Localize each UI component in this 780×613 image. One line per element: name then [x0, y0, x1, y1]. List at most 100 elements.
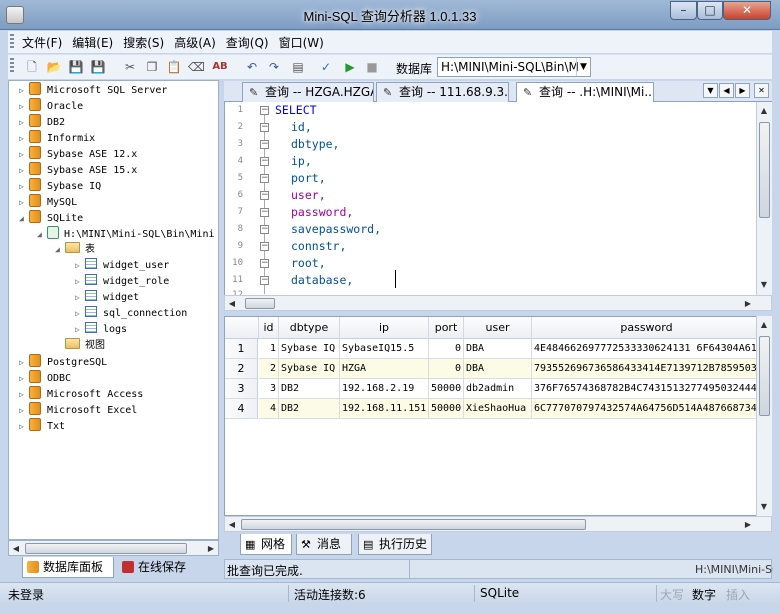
editor-vertical-scrollbar[interactable]: ▲ ▼ — [756, 102, 772, 295]
cut-icon[interactable]: ✂ — [122, 59, 138, 75]
tree-node-oracle[interactable]: ▷ Oracle — [19, 98, 83, 114]
grid-cell[interactable]: 2 — [259, 359, 279, 379]
grid-cell[interactable]: 50000 — [429, 379, 464, 399]
tree-node-views[interactable]: 视图 — [65, 338, 105, 354]
grid-cell[interactable]: XieShaoHua — [464, 399, 532, 419]
column-header[interactable]: id — [259, 317, 279, 339]
fold-collapse-icon[interactable]: − — [260, 157, 269, 166]
minimize-button[interactable]: – — [670, 1, 697, 20]
fold-collapse-icon[interactable]: − — [260, 276, 269, 285]
tab-next-icon[interactable]: ▶ — [735, 83, 750, 98]
scroll-right-icon[interactable]: ▶ — [204, 542, 218, 555]
grid-cell[interactable]: 192.168.11.151 — [340, 399, 429, 419]
menu-query[interactable]: 查询(Q) — [220, 31, 273, 51]
scroll-thumb[interactable] — [759, 336, 770, 416]
open-icon[interactable]: 📂 — [46, 59, 62, 75]
fold-collapse-icon[interactable]: − — [260, 140, 269, 149]
expand-icon[interactable]: ▷ — [75, 258, 85, 274]
column-header[interactable]: port — [429, 317, 464, 339]
expand-icon[interactable]: ▷ — [75, 322, 85, 338]
fold-collapse-icon[interactable]: − — [260, 242, 269, 251]
database-select[interactable]: H:\MINI\Mini-SQL\Bin\M ▼ — [437, 57, 591, 77]
grid-cell[interactable]: 50000 — [429, 399, 464, 419]
collapse-icon[interactable]: ◢ — [37, 227, 47, 243]
tab-list-icon[interactable]: ▼ — [703, 83, 718, 98]
undo-icon[interactable]: ↶ — [244, 59, 260, 75]
execute-icon[interactable]: ▶ — [342, 59, 358, 75]
expand-icon[interactable]: ▷ — [19, 195, 29, 211]
scroll-up-icon[interactable]: ▲ — [757, 104, 771, 117]
toolbar-grip[interactable] — [10, 58, 14, 74]
check-syntax-icon[interactable]: ✓ — [318, 59, 334, 75]
tab-grid[interactable]: ▦ 网格 — [240, 534, 292, 555]
tree-node-sqlite-file[interactable]: ◢ H:\MINI\Mini-SQL\Bin\Mini — [37, 226, 215, 242]
expand-icon[interactable]: ▷ — [75, 306, 85, 322]
fold-collapse-icon[interactable]: − — [260, 174, 269, 183]
menu-file[interactable]: 文件(F) — [16, 31, 66, 51]
tree-node-sybase-iq[interactable]: ▷ Sybase IQ — [19, 178, 101, 194]
grid-cell[interactable]: 793552696736586433414E7139712B7859503 — [532, 359, 762, 379]
expand-icon[interactable]: ▷ — [75, 274, 85, 290]
row-header[interactable]: 1 — [225, 339, 258, 359]
tree-node-table[interactable]: ▷ widget — [75, 290, 139, 306]
tree-node-table[interactable]: ▷ widget_role — [75, 274, 169, 290]
expand-icon[interactable]: ▷ — [19, 387, 29, 403]
close-tab-icon[interactable]: ✕ — [754, 83, 769, 98]
grid-cell[interactable]: 0 — [429, 339, 464, 359]
tree-node-sybase-ase15[interactable]: ▷ Sybase ASE 15.x — [19, 162, 137, 178]
collapse-icon[interactable]: ◢ — [55, 242, 65, 258]
fold-collapse-icon[interactable]: − — [260, 225, 269, 234]
tree-node-table[interactable]: ▷ logs — [75, 322, 127, 338]
scroll-down-icon[interactable]: ▼ — [757, 278, 771, 291]
tab-online-save[interactable]: 在线保存 — [118, 557, 204, 578]
tree-node-excel[interactable]: ▷ Microsoft Excel — [19, 402, 137, 418]
expand-icon[interactable]: ▷ — [19, 131, 29, 147]
tree-node-mssql[interactable]: ▷ Microsoft SQL Server — [19, 82, 167, 98]
expand-icon[interactable]: ▷ — [19, 355, 29, 371]
grid-cell[interactable]: 1 — [259, 339, 279, 359]
stop-icon[interactable]: ■ — [364, 59, 380, 75]
scroll-right-icon[interactable]: ▶ — [741, 297, 755, 310]
grid-cell[interactable]: 192.168.2.19 — [340, 379, 429, 399]
expand-icon[interactable]: ▷ — [19, 163, 29, 179]
grid-cell[interactable]: 6C777070797432574A64756D514A4876687342 — [532, 399, 762, 419]
tree-node-informix[interactable]: ▷ Informix — [19, 130, 95, 146]
editor-horizontal-scrollbar[interactable]: ◀ ▶ — [224, 295, 772, 311]
grid-cell[interactable]: 376F76574368782B4C74315132774950324444 — [532, 379, 762, 399]
tree-node-access[interactable]: ▷ Microsoft Access — [19, 386, 143, 402]
row-header[interactable]: 2 — [225, 359, 258, 379]
grid-cell[interactable]: SybaseIQ15.5 — [340, 339, 429, 359]
new-icon[interactable]: 🗋 — [24, 59, 40, 75]
grid-cell[interactable]: 4 — [259, 399, 279, 419]
expand-icon[interactable]: ▷ — [19, 419, 29, 435]
tab-query-sqlite[interactable]: ✎ 查询 -- .H:\MINI\Mi... — [516, 82, 654, 103]
fold-collapse-icon[interactable]: − — [260, 259, 269, 268]
save-icon[interactable]: 💾 — [68, 59, 84, 75]
grid-horizontal-scrollbar[interactable]: ◀ ▶ — [224, 516, 772, 532]
fold-collapse-icon[interactable]: − — [260, 123, 269, 132]
grid-vertical-scrollbar[interactable]: ▲ ▼ — [756, 316, 772, 516]
column-header[interactable]: dbtype — [279, 317, 340, 339]
tree-node-table[interactable]: ▷ widget_user — [75, 258, 169, 274]
tab-database-panel[interactable]: 数据库面板 — [22, 557, 114, 578]
scroll-down-icon[interactable]: ▼ — [757, 500, 771, 513]
collapse-icon[interactable]: ◢ — [19, 211, 29, 227]
tab-prev-icon[interactable]: ◀ — [719, 83, 734, 98]
scroll-left-icon[interactable]: ◀ — [9, 542, 23, 555]
scroll-thumb[interactable] — [241, 519, 586, 530]
grid-cell[interactable]: DB2 — [279, 379, 340, 399]
expand-icon[interactable]: ▷ — [19, 99, 29, 115]
tree-node-odbc[interactable]: ▷ ODBC — [19, 370, 71, 386]
fold-collapse-icon[interactable]: − — [260, 106, 269, 115]
replace-icon[interactable]: AB — [212, 59, 228, 75]
grid-cell[interactable]: HZGA — [340, 359, 429, 379]
menu-window[interactable]: 窗口(W) — [273, 31, 328, 51]
copy-icon[interactable]: ❐ — [144, 59, 160, 75]
scroll-thumb[interactable] — [759, 122, 770, 218]
column-header[interactable]: ip — [340, 317, 429, 339]
grid-cell[interactable]: DBA — [464, 359, 532, 379]
grid-cell[interactable]: 3 — [259, 379, 279, 399]
tree-node-tables[interactable]: ◢ 表 — [55, 242, 95, 258]
tab-query-remote[interactable]: ✎ 查询 -- 111.68.9.3... — [376, 82, 509, 102]
fold-collapse-icon[interactable]: − — [260, 208, 269, 217]
